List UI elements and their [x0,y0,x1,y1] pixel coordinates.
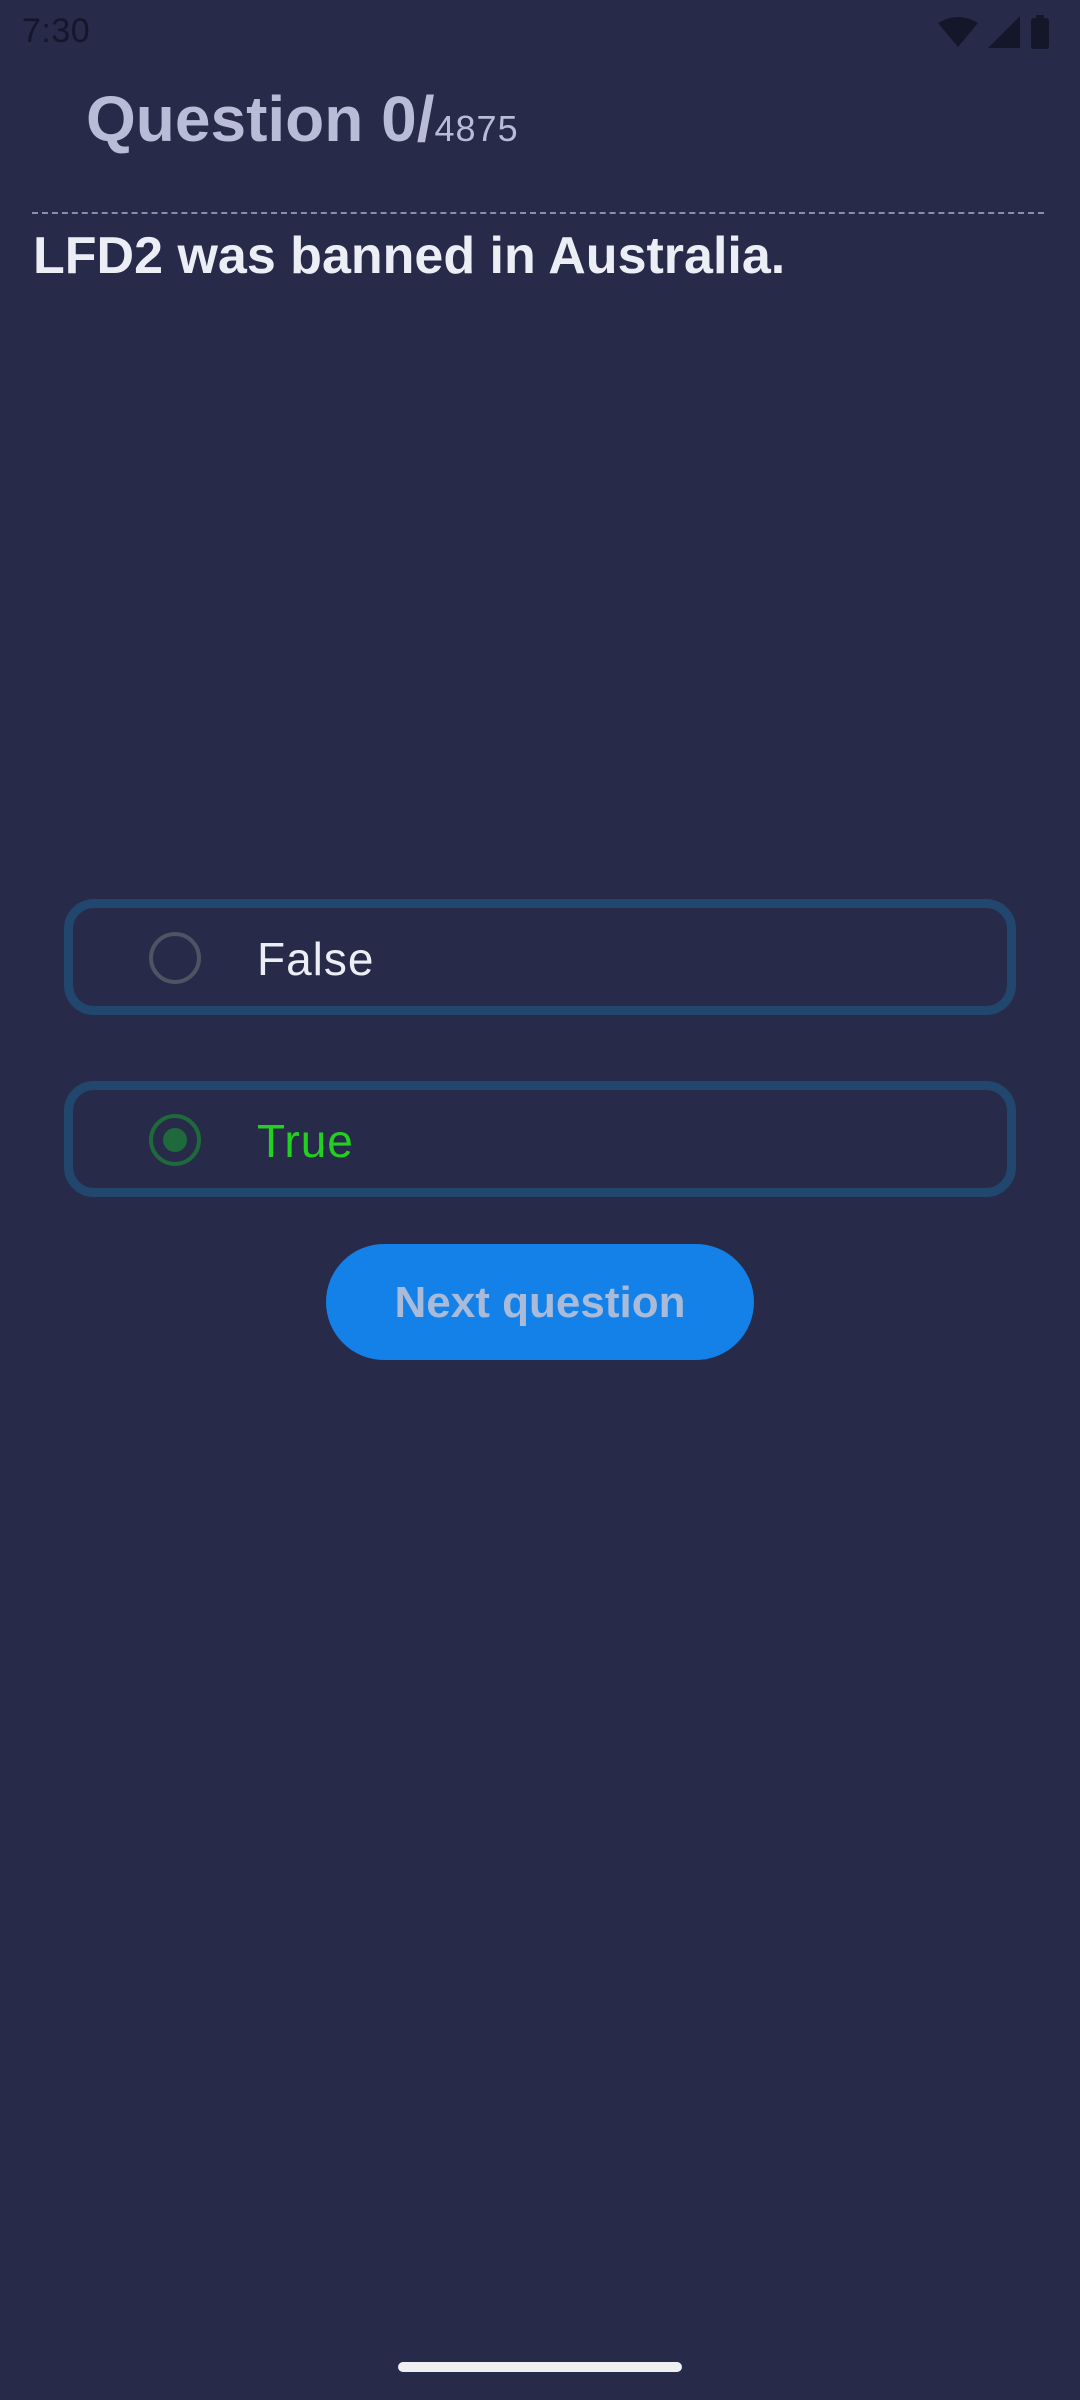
radio-dot [163,1128,187,1152]
radio-button-unchecked-icon[interactable] [149,932,201,984]
question-counter-total: 4875 [434,108,519,149]
next-question-button[interactable]: Next question [326,1244,754,1360]
answer-option-label: False [257,933,375,985]
answer-option-false[interactable]: False [64,899,1016,1015]
wifi-icon [938,17,978,47]
cellular-signal-icon [988,16,1020,48]
header-divider [32,212,1044,214]
answer-option-label: True [257,1115,354,1167]
quiz-screen: 7:30 Question 0/4875 LFD2 was banned in … [0,0,1080,2400]
status-time: 7:30 [22,12,91,50]
question-counter-prefix: Question 0/ [86,83,435,155]
question-text: LFD2 was banned in Australia. [33,227,786,285]
status-icons [938,14,1050,50]
home-indicator[interactable] [398,2362,682,2372]
battery-icon [1030,15,1050,49]
answer-option-true[interactable]: True [64,1081,1016,1197]
radio-button-checked-icon[interactable] [149,1114,201,1166]
status-bar: 7:30 [0,0,1080,64]
question-counter: Question 0/4875 [86,82,519,156]
